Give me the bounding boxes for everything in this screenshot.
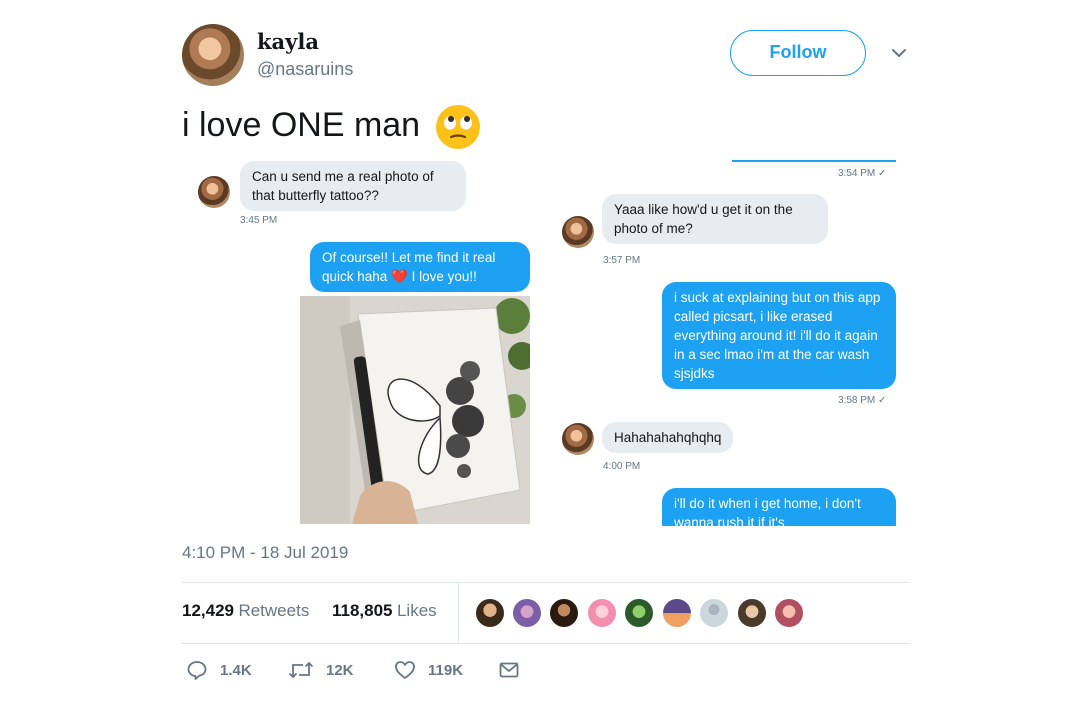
message-bubble: Can u send me a real photo of that butte… — [240, 161, 466, 211]
retweets-stat[interactable]: 12,429 Retweets — [182, 601, 309, 621]
retweet-icon — [288, 661, 314, 679]
message-bubble: i suck at explaining but on this app cal… — [662, 282, 896, 389]
avatar[interactable] — [182, 24, 244, 86]
liker-avatar[interactable] — [586, 597, 618, 629]
avatar — [562, 216, 594, 248]
liker-avatar[interactable] — [698, 597, 730, 629]
message-time: 3:57 PM — [603, 255, 641, 266]
likes-stat[interactable]: 118,805 Likes — [332, 601, 437, 621]
divider — [458, 583, 459, 643]
like-count: 119K — [428, 661, 464, 679]
reply-icon — [187, 661, 207, 680]
avatar — [562, 423, 594, 455]
follow-button[interactable]: Follow — [730, 30, 866, 76]
message-time: 3:54 PM ✓ — [838, 168, 887, 179]
message-bubble: i'll do it when i get home, i don't wann… — [662, 488, 896, 526]
divider — [182, 582, 910, 583]
butterfly-photo — [300, 296, 530, 524]
likes-label: Likes — [396, 601, 437, 620]
liker-avatar[interactable] — [773, 597, 805, 629]
retweet-button[interactable]: 12K — [288, 659, 354, 681]
eye-roll-emoji — [436, 105, 480, 149]
retweet-count: 12K — [326, 661, 354, 679]
chat-screenshot: 3:54 PM ✓ Can u send me a real photo of … — [182, 156, 912, 526]
liker-avatar[interactable] — [623, 597, 655, 629]
liker-avatar[interactable] — [661, 597, 693, 629]
reply-count: 1.4K — [220, 661, 252, 679]
divider — [182, 643, 910, 644]
message-button[interactable] — [498, 659, 532, 681]
message-bubble: Yaaa like how'd u get it on the photo of… — [602, 194, 828, 244]
like-button[interactable]: 119K — [394, 659, 463, 681]
user-name[interactable]: kayla — [257, 29, 319, 54]
heart-icon — [395, 661, 415, 679]
liker-avatar[interactable] — [548, 597, 580, 629]
message-bubble: Of course!! Let me find it real quick ha… — [310, 242, 530, 292]
message-edge — [732, 160, 896, 162]
tweet-text: i love ONE man — [182, 106, 421, 144]
retweets-label: Retweets — [238, 601, 310, 620]
liker-avatar[interactable] — [511, 597, 543, 629]
message-time: 4:00 PM — [603, 461, 641, 472]
user-handle[interactable]: @nasaruins — [257, 59, 353, 80]
reply-button[interactable]: 1.4K — [186, 659, 252, 681]
message-time: 3:58 PM ✓ — [838, 395, 887, 406]
liker-avatar[interactable] — [474, 597, 506, 629]
likes-count: 118,805 — [332, 601, 393, 620]
chevron-down-icon[interactable] — [891, 45, 907, 61]
mail-icon — [499, 662, 519, 678]
retweets-count: 12,429 — [182, 601, 234, 620]
avatar — [198, 176, 230, 208]
message-time: 3:45 PM — [240, 215, 278, 226]
tweet-timestamp[interactable]: 4:10 PM - 18 Jul 2019 — [182, 543, 348, 563]
message-bubble: Hahahahahqhqhq — [602, 422, 734, 453]
liker-avatar[interactable] — [736, 597, 768, 629]
